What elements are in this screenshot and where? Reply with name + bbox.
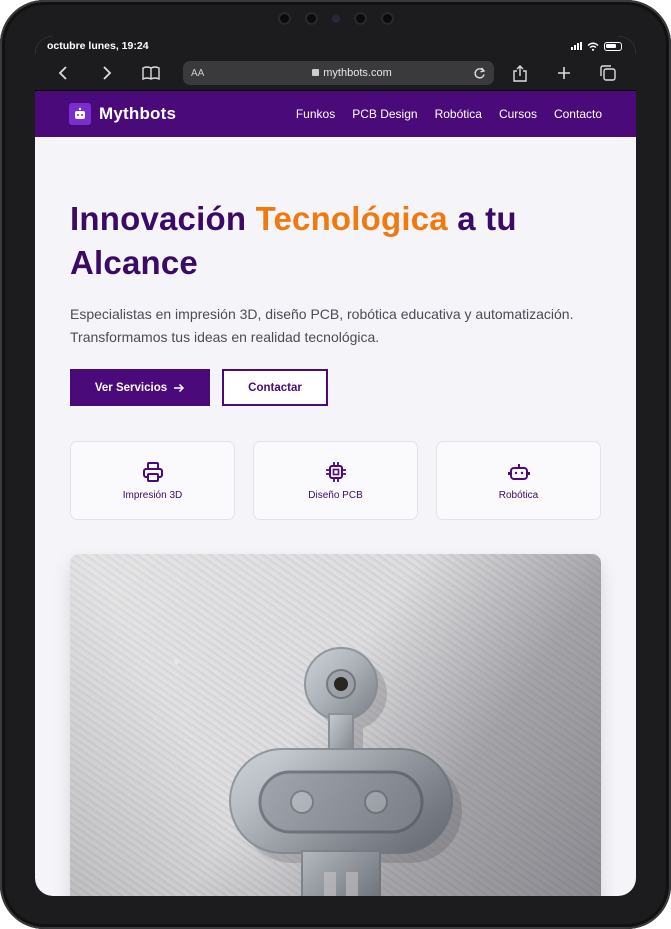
browser-toolbar: AA mythbots.com	[35, 56, 636, 91]
camera-lens	[331, 14, 340, 23]
service-card-impresion-3d[interactable]: Impresión 3D	[70, 441, 235, 520]
camera-bar	[277, 12, 394, 25]
sensor-dot	[304, 12, 318, 25]
service-card-robotica[interactable]: Robótica	[436, 441, 601, 520]
status-icons	[571, 41, 622, 51]
plus-icon	[558, 67, 570, 79]
nav-item-cursos[interactable]: Cursos	[499, 107, 537, 121]
status-bar: octubre lunes, 19:24	[35, 36, 636, 56]
share-icon	[513, 64, 527, 82]
signal-icon	[571, 42, 582, 50]
sensor-dot	[353, 12, 367, 25]
hero-title: Innovación Tecnológica a tu Alcance	[70, 197, 601, 285]
service-card-label: Diseño PCB	[308, 489, 363, 501]
ver-servicios-button[interactable]: Ver Servicios	[70, 369, 210, 406]
tabs-icon	[600, 65, 616, 81]
main-nav: Funkos PCB Design Robótica Cursos Contac…	[296, 107, 602, 121]
back-button[interactable]	[41, 58, 85, 88]
chevron-left-icon	[58, 66, 67, 80]
chip-icon	[325, 461, 346, 482]
sensor-dot	[380, 12, 394, 25]
brand-name[interactable]: Mythbots	[99, 104, 176, 124]
nav-item-funkos[interactable]: Funkos	[296, 107, 335, 121]
text-size-button[interactable]: AA	[191, 68, 231, 79]
lock-icon	[312, 69, 320, 76]
screen: octubre lunes, 19:24 AA mythbots.com Myt…	[35, 36, 636, 896]
nav-item-robotica[interactable]: Robótica	[435, 107, 482, 121]
url-host: mythbots.com	[323, 67, 392, 79]
tablet-frame: octubre lunes, 19:24 AA mythbots.com Myt…	[0, 0, 671, 929]
printer-icon	[142, 461, 163, 482]
hero-title-part1: Innovación	[70, 200, 256, 237]
new-tab-button[interactable]	[542, 58, 586, 88]
nav-item-contacto[interactable]: Contacto	[554, 107, 602, 121]
robot-logo-icon	[75, 107, 85, 119]
arrow-right-icon	[174, 383, 185, 392]
service-card-label: Impresión 3D	[122, 489, 183, 501]
share-button[interactable]	[498, 58, 542, 88]
service-cards: Impresión 3D Diseño PCB Robótica	[70, 441, 601, 520]
wifi-icon	[587, 42, 599, 51]
nav-item-pcb-design[interactable]: PCB Design	[352, 107, 417, 121]
ver-servicios-label: Ver Servicios	[94, 381, 168, 394]
hero-image	[70, 554, 601, 896]
url-text: mythbots.com	[231, 67, 473, 79]
book-icon	[142, 66, 160, 80]
status-time: octubre lunes, 19:24	[47, 40, 149, 52]
service-card-label: Robótica	[498, 489, 539, 501]
hero-buttons: Ver Servicios Contactar	[70, 369, 601, 406]
chevron-right-icon	[103, 66, 112, 80]
reload-icon[interactable]	[473, 67, 486, 80]
robot-icon	[507, 463, 530, 480]
service-card-diseno-pcb[interactable]: Diseño PCB	[253, 441, 418, 520]
forward-button[interactable]	[85, 58, 129, 88]
battery-icon	[604, 41, 622, 51]
contactar-button[interactable]: Contactar	[222, 369, 328, 406]
address-bar[interactable]: AA mythbots.com	[183, 61, 494, 85]
sensor-dot	[277, 12, 291, 25]
brand-logo[interactable]	[69, 103, 91, 125]
hero-title-accent: Tecnológica	[255, 200, 448, 237]
hero-section: Innovación Tecnológica a tu Alcance Espe…	[35, 137, 636, 896]
hero-lead: Especialistas en impresión 3D, diseño PC…	[70, 306, 574, 345]
tabs-button[interactable]	[586, 58, 630, 88]
site-navbar: Mythbots Funkos PCB Design Robótica Curs…	[35, 91, 636, 137]
bookmarks-button[interactable]	[129, 58, 173, 88]
